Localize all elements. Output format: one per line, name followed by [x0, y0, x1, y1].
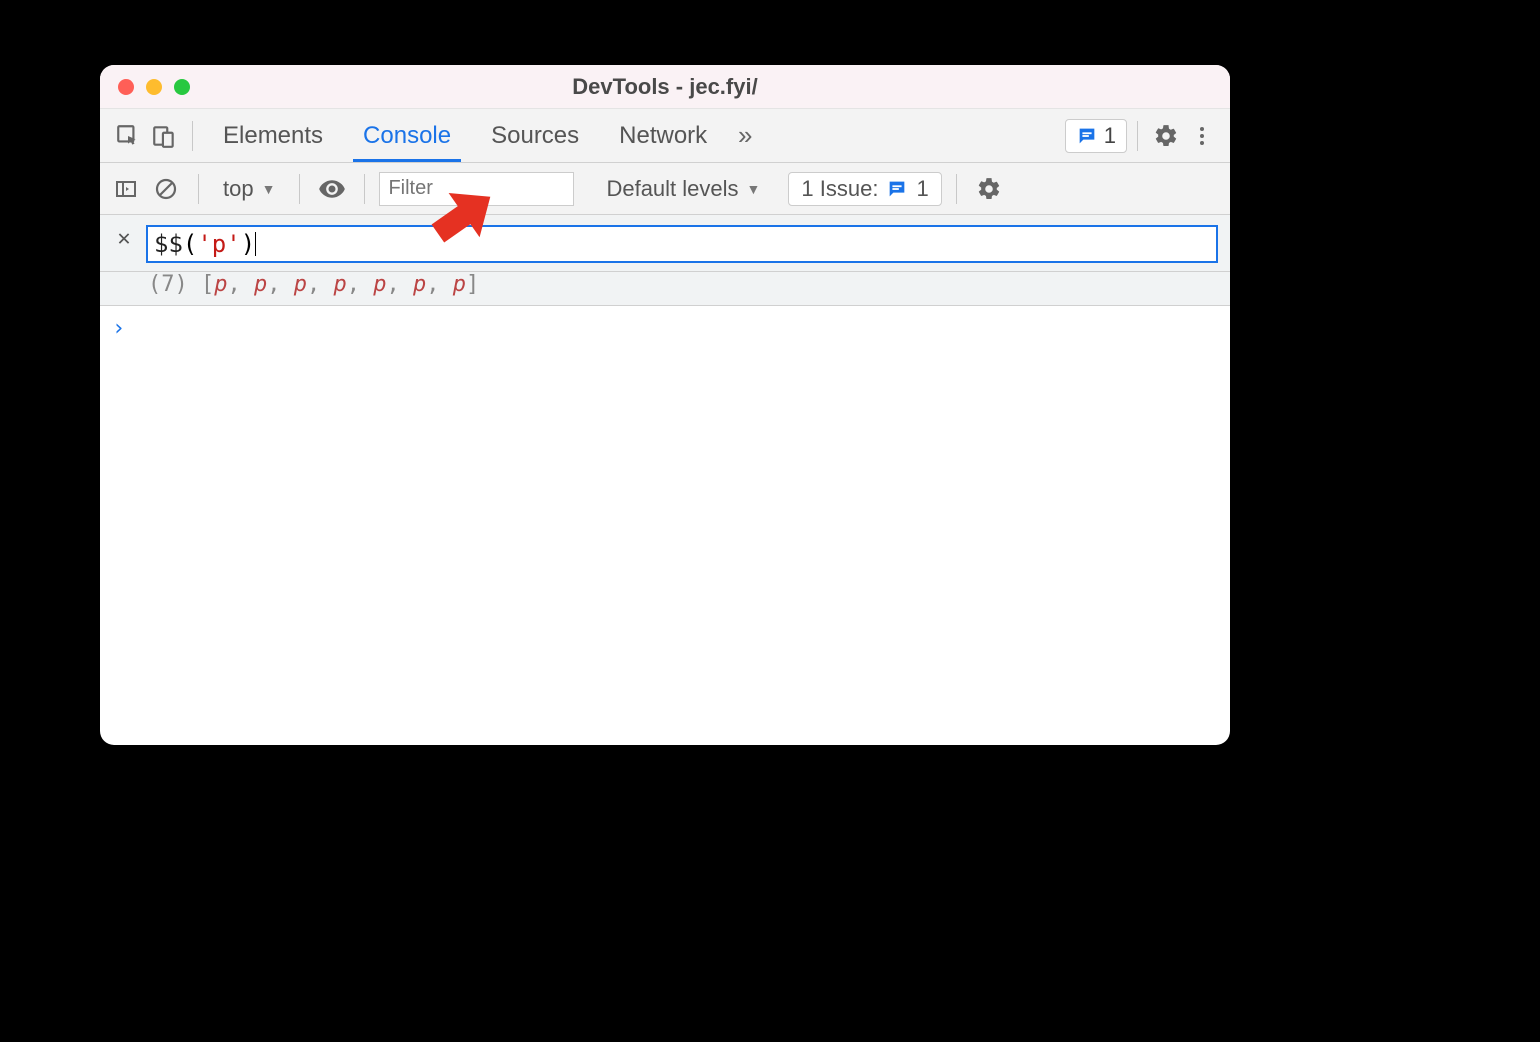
eager-eval-input[interactable]: $$('p')	[146, 225, 1218, 263]
tabbar: Elements Console Sources Network » 1	[100, 109, 1230, 163]
tab-console[interactable]: Console	[343, 109, 471, 162]
log-levels-selector[interactable]: Default levels ▼	[596, 176, 770, 202]
tab-label: Network	[619, 122, 707, 150]
console-settings-icon[interactable]	[971, 171, 1007, 207]
close-window-button[interactable]	[118, 79, 134, 95]
preview-items: p, p, p, p, p, p, p	[214, 272, 466, 297]
preview-length: (7)	[148, 272, 188, 297]
console-prompt[interactable]: ›	[100, 306, 1230, 351]
filter-input[interactable]	[379, 172, 574, 206]
divider	[364, 174, 365, 204]
more-tabs-icon[interactable]: »	[727, 118, 763, 154]
execution-context-selector[interactable]: top ▼	[213, 176, 285, 202]
text-caret	[255, 232, 256, 256]
kebab-menu-icon[interactable]	[1184, 118, 1220, 154]
inspect-element-icon[interactable]	[110, 118, 146, 154]
issues-label: 1 Issue:	[801, 176, 878, 202]
chevron-down-icon: ▼	[747, 181, 761, 197]
issues-button[interactable]: 1 Issue: 1	[788, 172, 941, 206]
preview-bracket-open: [	[201, 272, 214, 297]
code-paren-close: )	[241, 230, 255, 258]
minimize-window-button[interactable]	[146, 79, 162, 95]
tab-label: Console	[363, 122, 451, 150]
prompt-chevron-icon: ›	[112, 316, 125, 341]
devtools-window: DevTools - jec.fyi/ Elements Console Sou…	[100, 65, 1230, 745]
messages-badge[interactable]: 1	[1065, 119, 1127, 153]
chat-icon	[886, 178, 908, 200]
divider	[198, 174, 199, 204]
eager-eval-row: ✕ $$('p')	[100, 215, 1230, 272]
levels-label: Default levels	[606, 176, 738, 202]
close-icon[interactable]: ✕	[112, 225, 136, 253]
divider	[1137, 121, 1138, 151]
maximize-window-button[interactable]	[174, 79, 190, 95]
settings-icon[interactable]	[1148, 118, 1184, 154]
messages-count: 1	[1104, 123, 1116, 149]
tab-label: Elements	[223, 122, 323, 150]
eager-eval-preview: (7) [p, p, p, p, p, p, p]	[100, 272, 1230, 306]
window-controls	[118, 79, 190, 95]
tab-network[interactable]: Network	[599, 109, 727, 162]
clear-console-icon[interactable]	[148, 171, 184, 207]
window-title: DevTools - jec.fyi/	[100, 74, 1230, 100]
tab-sources[interactable]: Sources	[471, 109, 599, 162]
live-expression-icon[interactable]	[314, 171, 350, 207]
divider	[192, 121, 193, 151]
code-string: 'p'	[197, 230, 240, 258]
tab-elements[interactable]: Elements	[203, 109, 343, 162]
chat-icon	[1076, 125, 1098, 147]
preview-bracket-close: ]	[466, 272, 479, 297]
divider	[299, 174, 300, 204]
device-toggle-icon[interactable]	[146, 118, 182, 154]
issues-count: 1	[916, 176, 928, 202]
code-paren-open: (	[183, 230, 197, 258]
code-fn: $$	[154, 230, 183, 258]
tab-label: Sources	[491, 122, 579, 150]
divider	[956, 174, 957, 204]
chevron-down-icon: ▼	[262, 181, 276, 197]
console-toolbar: top ▼ Default levels ▼ 1 Issue: 1	[100, 163, 1230, 215]
titlebar: DevTools - jec.fyi/	[100, 65, 1230, 109]
show-console-sidebar-icon[interactable]	[108, 171, 144, 207]
context-label: top	[223, 176, 254, 202]
